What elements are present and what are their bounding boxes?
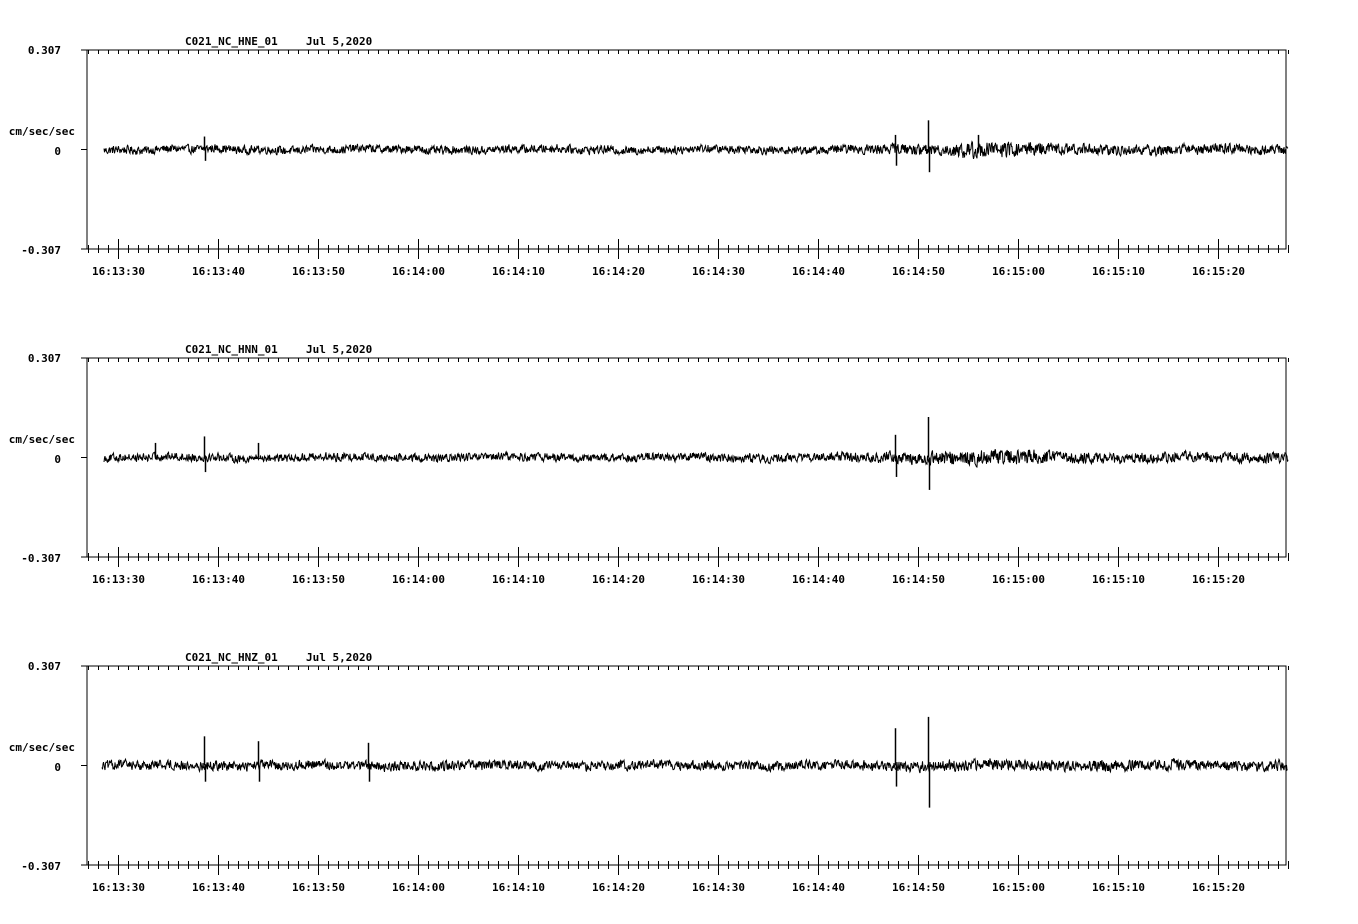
x-tick-label: 16:13:40	[192, 881, 245, 894]
x-tick-label: 16:14:10	[492, 265, 545, 278]
y-tick-label-top: 0.307	[28, 660, 61, 673]
seismogram-panel-hne: C021_NC_HNE_01 Jul 5,2020 0.307 cm/sec/s…	[9, 35, 1289, 278]
x-tick-label: 16:15:10	[1092, 265, 1145, 278]
waveform-trace	[101, 757, 1288, 774]
x-tick-label: 16:14:10	[492, 881, 545, 894]
x-tick-label: 16:14:00	[392, 265, 445, 278]
x-tick-label: 16:14:10	[492, 573, 545, 586]
x-tick-label: 16:14:00	[392, 881, 445, 894]
x-tick-label: 16:15:00	[992, 265, 1045, 278]
seismogram-panel-hnz: C021_NC_HNZ_01 Jul 5,2020 0.307 cm/sec/s…	[9, 651, 1289, 894]
x-tick-label: 16:14:50	[892, 573, 945, 586]
y-tick-label-zero: 0	[54, 453, 61, 466]
panel-title: C021_NC_HNN_01	[185, 343, 278, 356]
x-tick-label: 16:14:50	[892, 881, 945, 894]
x-tick-label: 16:13:40	[192, 573, 245, 586]
x-tick-label: 16:14:30	[692, 881, 745, 894]
x-tick-label: 16:14:40	[792, 265, 845, 278]
x-tick-label: 16:15:10	[1092, 881, 1145, 894]
y-axis-label: cm/sec/sec	[9, 433, 75, 446]
seismogram-panel-hnn: C021_NC_HNN_01 Jul 5,2020 0.307 cm/sec/s…	[9, 343, 1289, 586]
x-tick-label: 16:14:20	[592, 881, 645, 894]
x-tick-label: 16:13:40	[192, 265, 245, 278]
y-tick-label-bottom: -0.307	[21, 860, 61, 873]
x-tick-label: 16:15:20	[1192, 573, 1245, 586]
y-tick-label-top: 0.307	[28, 352, 61, 365]
y-tick-label-bottom: -0.307	[21, 552, 61, 565]
y-tick-label-bottom: -0.307	[21, 244, 61, 257]
x-tick-label: 16:14:40	[792, 573, 845, 586]
x-tick-label: 16:14:20	[592, 573, 645, 586]
y-tick-label-zero: 0	[54, 761, 61, 774]
x-tick-label: 16:15:20	[1192, 881, 1245, 894]
x-tick-label: 16:15:00	[992, 881, 1045, 894]
waveform-trace	[103, 448, 1289, 468]
x-tick-label: 16:14:50	[892, 265, 945, 278]
x-tick-label: 16:13:30	[92, 573, 145, 586]
x-tick-label: 16:13:30	[92, 265, 145, 278]
y-tick-label-top: 0.307	[28, 44, 61, 57]
x-tick-label: 16:14:30	[692, 573, 745, 586]
y-axis-label: cm/sec/sec	[9, 125, 75, 138]
x-tick-label: 16:14:40	[792, 881, 845, 894]
x-tick-label: 16:15:20	[1192, 265, 1245, 278]
x-tick-label: 16:15:10	[1092, 573, 1145, 586]
panel-date: Jul 5,2020	[306, 651, 372, 664]
x-tick-label: 16:14:20	[592, 265, 645, 278]
x-tick-label: 16:14:00	[392, 573, 445, 586]
panel-title: C021_NC_HNZ_01	[185, 651, 278, 664]
waveform-trace	[103, 140, 1289, 160]
panel-date: Jul 5,2020	[306, 35, 372, 48]
panel-date: Jul 5,2020	[306, 343, 372, 356]
x-tick-label: 16:14:30	[692, 265, 745, 278]
y-tick-label-zero: 0	[54, 145, 61, 158]
x-tick-label: 16:13:50	[292, 265, 345, 278]
panel-title: C021_NC_HNE_01	[185, 35, 278, 48]
x-tick-label: 16:15:00	[992, 573, 1045, 586]
x-tick-label: 16:13:50	[292, 881, 345, 894]
y-axis-label: cm/sec/sec	[9, 741, 75, 754]
x-tick-label: 16:13:50	[292, 573, 345, 586]
x-tick-label: 16:13:30	[92, 881, 145, 894]
seismogram-figure: C021_NC_HNE_01 Jul 5,2020 0.307 cm/sec/s…	[9, 35, 1289, 894]
